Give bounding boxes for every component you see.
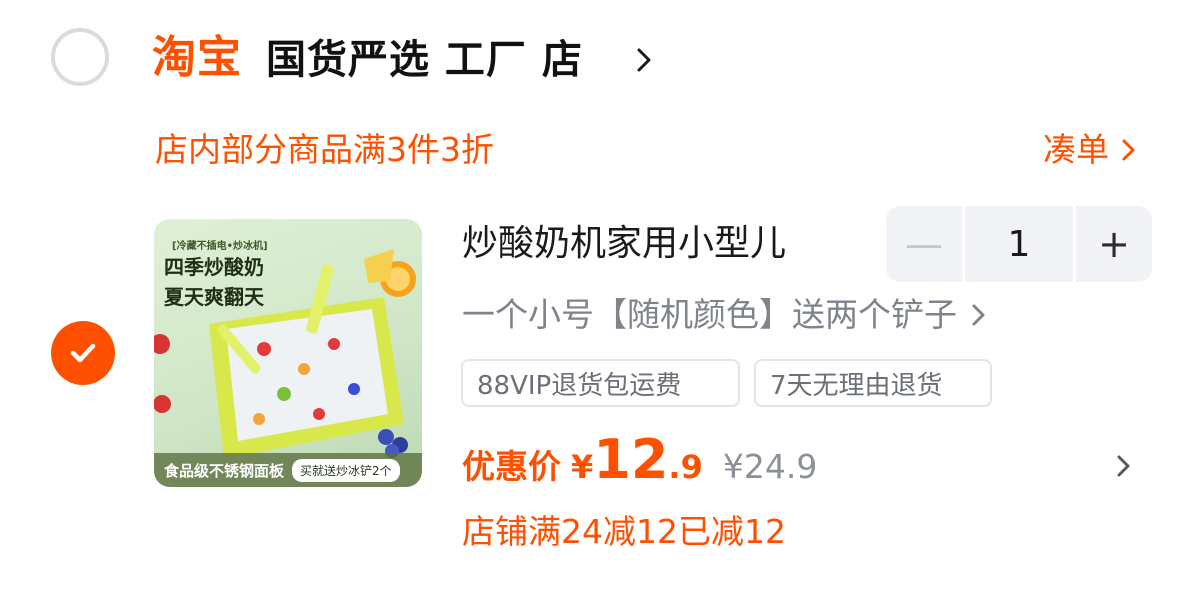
image-bottom-left-text: 食品级不锈钢面板 [164,461,285,480]
ice-fry-tray-illustration [154,249,416,459]
sku-selector[interactable]: 一个小号【随机颜色】送两个铲子 [462,293,987,337]
shop-select-radio[interactable] [51,28,109,86]
price-integer: 12 [593,428,669,491]
discount-text: 店铺满24减12已减12 [462,512,786,551]
price-row: 优惠价 ¥ 12 .9 ¥24.9 [462,428,817,491]
quantity-stepper: — 1 + [886,206,1155,282]
chevron-right-icon [972,304,985,326]
price-decimal: .9 [668,448,703,486]
sku-text: 一个小号【随机颜色】送两个铲子 [462,295,957,334]
chevron-right-icon[interactable] [1116,452,1132,480]
shop-promo-text: 店内部分商品满3件3折 [155,130,494,169]
image-bottom-banner: 食品级不锈钢面板 买就送炒冰铲2个 [154,453,422,487]
quantity-input[interactable]: 1 [965,206,1073,282]
item-select-checkbox[interactable] [51,321,115,385]
service-tag: 7天无理由退货 [754,359,992,407]
chevron-right-icon[interactable] [636,46,652,74]
coudan-label: 凑单 [1043,130,1109,169]
product-title[interactable]: 炒酸奶机家用小型儿 [462,220,786,268]
quantity-decrease-button[interactable]: — [886,206,962,282]
shop-name-link[interactable]: 国货严选 工厂 店 [266,32,583,88]
image-bottom-right-text: 买就送炒冰铲2个 [292,458,400,482]
taobao-logo: 淘宝 [152,32,242,83]
price-label: 优惠价 [462,447,561,486]
service-tag: 88VIP退货包运费 [461,359,740,407]
chevron-right-icon [1122,139,1135,161]
currency-symbol: ¥ [571,448,594,486]
check-icon [70,343,96,363]
product-image[interactable]: [冷藏不插电•炒冰机] 四季炒酸奶 夏天爽翻天 食品级不锈钢面板 买就送炒冰铲2… [154,219,422,487]
quantity-increase-button[interactable]: + [1076,206,1152,282]
coudan-button[interactable]: 凑单 [1043,128,1137,172]
original-price: ¥24.9 [722,447,818,486]
